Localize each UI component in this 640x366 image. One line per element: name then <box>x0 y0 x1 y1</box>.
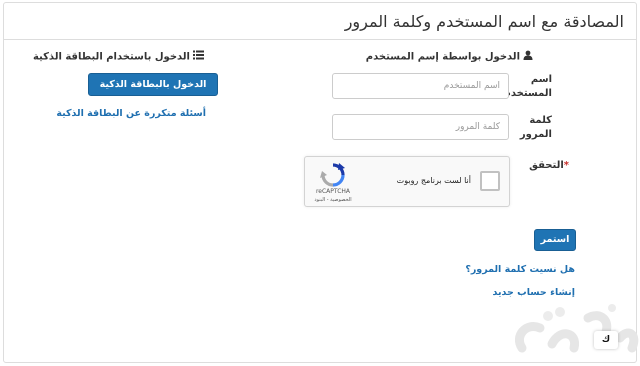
create-account-link[interactable]: إنشاء حساب جديد <box>492 287 575 298</box>
list-icon <box>193 50 204 63</box>
username-section-heading: الدخول بواسطة إسم المستخدم <box>366 50 533 63</box>
smartcard-login-button[interactable]: الدخول بالبطاقة الذكية <box>88 73 218 96</box>
site-watermark-icon <box>514 304 639 353</box>
password-input[interactable] <box>332 114 509 140</box>
required-mark: * <box>563 160 569 171</box>
forgot-password-link[interactable]: هل نسيت كلمة المرور؟ <box>465 264 575 275</box>
verify-label: *التحقق <box>509 159 569 173</box>
recaptcha-widget: أنا لست برنامج روبوت reCAPTCHA الخصوصية … <box>304 156 510 207</box>
panel-header: المصادقة مع اسم المستخدم وكلمة المرور <box>4 3 636 40</box>
user-icon <box>523 50 533 63</box>
smartcard-faq-link[interactable]: أسئلة متكررة عن البطاقة الذكية <box>56 108 206 119</box>
username-section-title: الدخول بواسطة إسم المستخدم <box>365 51 520 63</box>
recaptcha-brand: reCAPTCHA <box>315 188 351 195</box>
captcha-checkbox[interactable] <box>480 171 500 191</box>
password-label: كلمة المرور <box>519 115 552 140</box>
recaptcha-terms-link[interactable]: الخصوصية - البنود <box>311 197 355 203</box>
page-title: المصادقة مع اسم المستخدم وكلمة المرور <box>344 12 624 31</box>
recaptcha-logo-icon <box>320 163 345 187</box>
smartcard-section-title: الدخول باستخدام البطاقة الذكية <box>32 51 190 63</box>
continue-button[interactable]: استمر <box>534 229 576 251</box>
verify-label-text: التحقق <box>529 160 564 171</box>
watermark-badge-button[interactable]: ك <box>594 331 618 349</box>
smartcard-section-heading: الدخول باستخدام البطاقة الذكية <box>33 50 204 63</box>
captcha-checkbox-text: أنا لست برنامج روبوت <box>396 176 471 185</box>
username-input[interactable] <box>332 73 509 99</box>
